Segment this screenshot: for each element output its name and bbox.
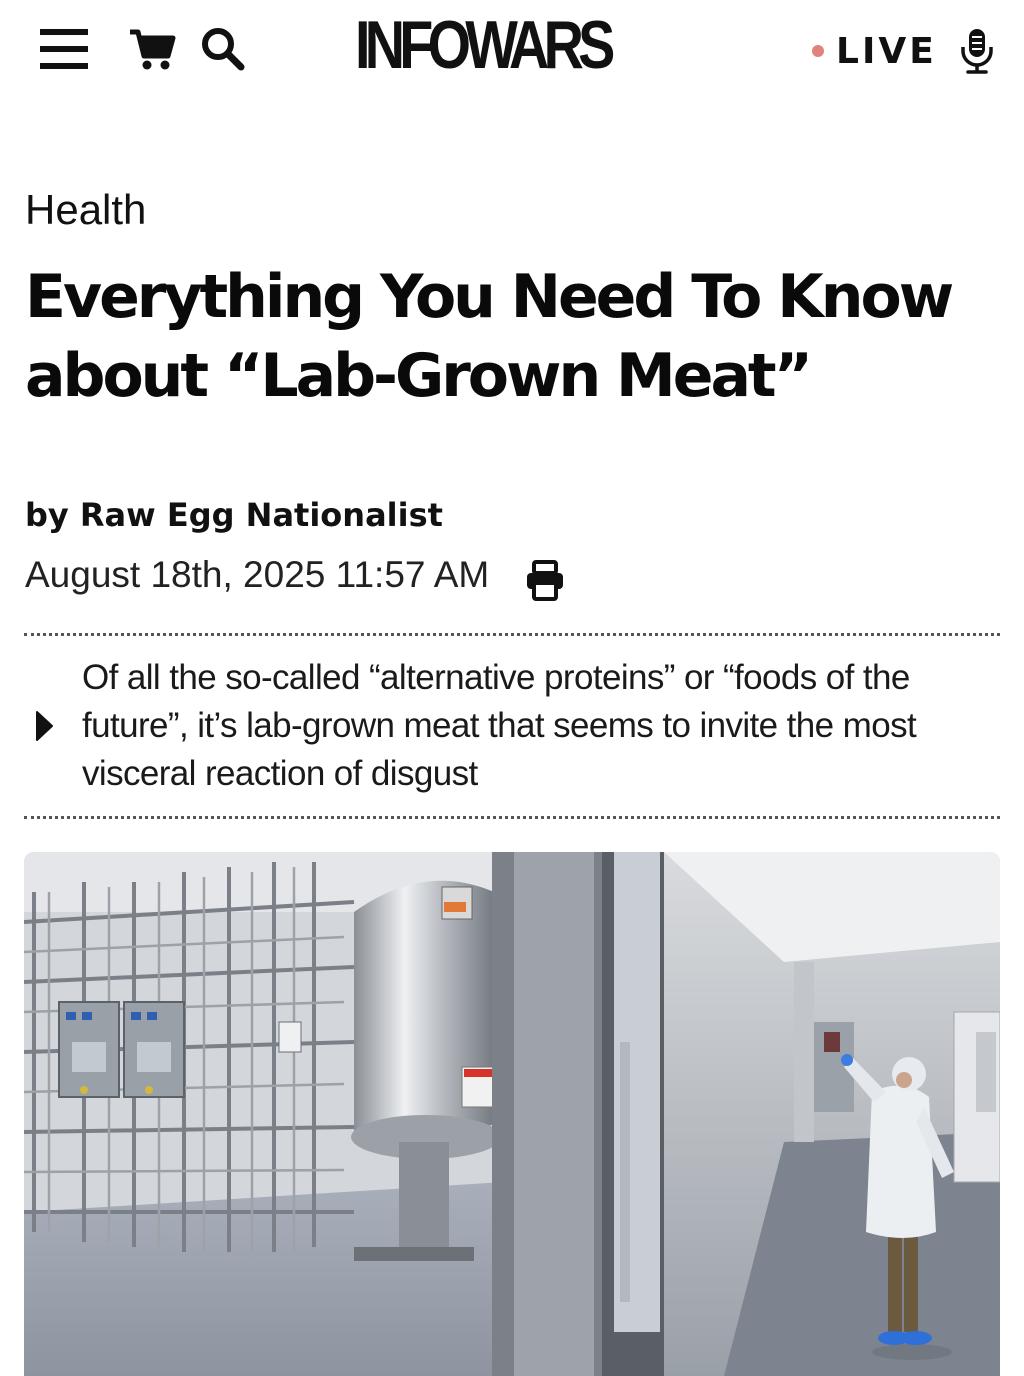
author-link[interactable]: Raw Egg Nationalist bbox=[80, 496, 443, 534]
publish-date: August 18th, 2025 11:57 AM bbox=[25, 554, 490, 595]
microphone-icon bbox=[961, 29, 993, 74]
menu-icon[interactable] bbox=[40, 29, 88, 69]
triangle-right-icon bbox=[36, 711, 53, 741]
article-category[interactable]: Health bbox=[25, 186, 146, 234]
live-label: LIVE bbox=[836, 30, 937, 72]
divider-top bbox=[24, 633, 1000, 636]
article-title: Everything You Need To Know about “Lab-G… bbox=[25, 262, 954, 411]
byline-prefix: by bbox=[25, 496, 69, 534]
lab-facility-photo[interactable] bbox=[24, 852, 1000, 1376]
site-header: INFOWARS LIVE bbox=[0, 0, 1024, 100]
cart-icon[interactable] bbox=[128, 26, 176, 72]
live-indicator-dot bbox=[812, 45, 824, 57]
byline: by Raw Egg Nationalist bbox=[25, 496, 443, 534]
live-button[interactable]: LIVE bbox=[812, 26, 995, 76]
search-icon[interactable] bbox=[198, 24, 246, 72]
print-icon[interactable] bbox=[524, 560, 566, 602]
divider-bottom bbox=[24, 816, 1000, 819]
site-logo[interactable]: INFOWARS bbox=[355, 10, 615, 80]
article-page: INFOWARS LIVE Health Everything You Need… bbox=[0, 0, 1024, 1376]
article-summary: Of all the so-called “alternative protei… bbox=[82, 658, 917, 793]
